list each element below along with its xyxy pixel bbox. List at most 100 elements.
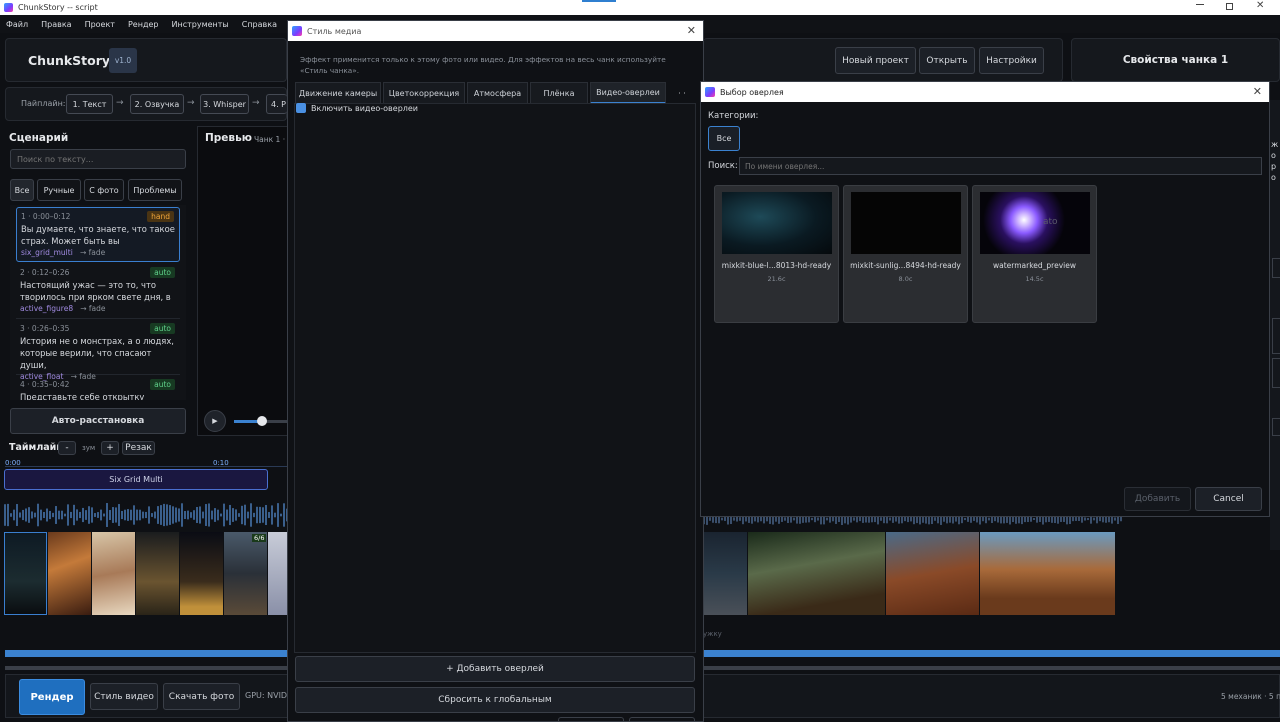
- waveform-bar: [121, 510, 123, 520]
- timeline-clip[interactable]: Six Grid Multi: [4, 469, 268, 490]
- tab-color-correction[interactable]: Цветокоррекция: [383, 82, 465, 104]
- maximize-icon[interactable]: [1226, 3, 1233, 10]
- tab-film[interactable]: Плёнка: [530, 82, 588, 104]
- seek-handle[interactable]: [257, 416, 267, 426]
- scenario-search-input[interactable]: [10, 149, 186, 169]
- audio-waveform: [4, 503, 288, 527]
- reset-global-button[interactable]: Сбросить к глобальным: [295, 687, 695, 713]
- zoom-in-button[interactable]: +: [101, 441, 119, 455]
- chunk-text: Представьте себе открытку начала: [20, 392, 145, 400]
- pipeline-step-whisper[interactable]: 3. Whisper: [200, 94, 249, 114]
- filter-problems[interactable]: Проблемы: [128, 179, 182, 201]
- menu-project[interactable]: Проект: [85, 20, 115, 29]
- waveform-bar: [151, 513, 153, 517]
- waveform-bar: [76, 509, 78, 521]
- waveform-bar: [721, 517, 723, 521]
- list-item[interactable]: 4 · 0:35–0:42 auto Представьте себе откр…: [16, 376, 180, 400]
- photo-thumbnail[interactable]: [48, 532, 91, 615]
- waveform-bar: [196, 507, 198, 523]
- category-all[interactable]: Все: [708, 126, 740, 151]
- pipeline-step-voice[interactable]: 2. Озвучка: [130, 94, 184, 114]
- dialog-cancel-button[interactable]: [629, 717, 695, 722]
- waveform-bar: [73, 504, 75, 526]
- pipeline-step-render[interactable]: 4. Р: [266, 94, 287, 114]
- enable-overlay-label[interactable]: Включить видео-оверлеи: [311, 104, 418, 113]
- waveform-bar: [724, 517, 726, 521]
- dialog-title: Стиль медиа: [307, 26, 362, 36]
- tab-camera-motion[interactable]: Движение камеры: [295, 82, 381, 104]
- transition-name: → fade: [79, 248, 106, 257]
- media-style-note: Эффект применится только к этому фото ил…: [300, 55, 666, 75]
- render-button[interactable]: Рендер: [19, 679, 85, 715]
- photo-thumbnail[interactable]: [980, 532, 1115, 615]
- status-partial-text: ужку: [703, 630, 722, 638]
- waveform-bar: [259, 506, 261, 524]
- auto-arrange-button[interactable]: Авто-расстановка: [10, 408, 186, 434]
- dialog-ok-button[interactable]: [558, 717, 624, 722]
- photo-thumbnail[interactable]: [748, 532, 885, 615]
- list-item[interactable]: 2 · 0:12–0:26 auto Настоящий ужас — это …: [16, 264, 180, 319]
- menu-tools[interactable]: Инструменты: [171, 20, 228, 29]
- waveform-bar: [154, 511, 156, 519]
- menu-help[interactable]: Справка: [242, 20, 277, 29]
- timeline-ruler: [5, 466, 287, 467]
- play-icon[interactable]: ▶: [204, 410, 226, 432]
- overlay-search-input[interactable]: [739, 157, 1262, 175]
- settings-button[interactable]: Настройки: [979, 47, 1044, 74]
- tabs-more[interactable]: · ·: [668, 82, 696, 104]
- photo-thumbnail[interactable]: [4, 532, 47, 615]
- photo-thumbnail[interactable]: [703, 532, 747, 615]
- menu-file[interactable]: Файл: [6, 20, 28, 29]
- video-style-button[interactable]: Стиль видео: [90, 683, 158, 710]
- right-panel-control[interactable]: [1272, 358, 1280, 388]
- waveform-bar: [889, 517, 891, 521]
- waveform-bar: [994, 516, 996, 522]
- close-icon[interactable]: ✕: [687, 24, 696, 37]
- waveform-bar: [1087, 517, 1089, 521]
- focus-indicator: [582, 0, 616, 2]
- download-photo-button[interactable]: Скачать фото: [163, 683, 240, 710]
- app-name: ChunkStory: [28, 53, 111, 68]
- preview-title: Превью: [205, 132, 252, 144]
- close-window-icon[interactable]: ✕: [1256, 0, 1264, 11]
- waveform-bar: [1072, 516, 1074, 522]
- list-item[interactable]: 1 · 0:00–0:12 hand Вы думаете, что знает…: [16, 207, 180, 262]
- waveform-bar: [106, 503, 108, 527]
- overlay-duration: 14.5с: [1025, 275, 1044, 283]
- overlay-card[interactable]: mixkit-blue-l...8013-hd-ready 21.6с: [714, 185, 839, 323]
- open-button[interactable]: Открыть: [919, 47, 975, 74]
- photo-thumbnail[interactable]: [268, 532, 288, 615]
- right-panel-control[interactable]: [1272, 258, 1280, 278]
- right-panel-control[interactable]: [1272, 418, 1280, 436]
- photo-thumbnail[interactable]: [180, 532, 223, 615]
- zoom-out-button[interactable]: -: [58, 441, 76, 455]
- menu-render[interactable]: Рендер: [128, 20, 159, 29]
- photo-thumbnail[interactable]: [224, 532, 267, 615]
- waveform-bar: [172, 506, 174, 524]
- list-item[interactable]: 3 · 0:26–0:35 auto История не о монстрах…: [16, 320, 180, 381]
- tab-atmosphere[interactable]: Атмосфера: [467, 82, 528, 104]
- photo-thumbnail[interactable]: [886, 532, 979, 615]
- cut-tool-button[interactable]: Резак: [122, 441, 155, 455]
- filter-all[interactable]: Все: [10, 179, 34, 201]
- new-project-button[interactable]: Новый проект: [835, 47, 916, 74]
- tab-video-overlays[interactable]: Видео-оверлеи: [590, 82, 666, 104]
- overlay-card[interactable]: mixkit-sunlig...8494-hd-ready 8.0с: [843, 185, 968, 323]
- checkbox-icon[interactable]: [296, 103, 306, 113]
- filter-with-photo[interactable]: С фото: [84, 179, 124, 201]
- close-icon[interactable]: ✕: [1253, 85, 1262, 98]
- waveform-bar: [265, 504, 267, 526]
- add-button[interactable]: Добавить: [1124, 487, 1191, 511]
- photo-thumbnail[interactable]: [92, 532, 135, 615]
- photo-thumbnail[interactable]: [136, 532, 179, 615]
- add-overlay-button[interactable]: + Добавить оверлей: [295, 656, 695, 682]
- overlay-name: mixkit-sunlig...8494-hd-ready: [850, 261, 961, 270]
- waveform-bar: [52, 512, 54, 518]
- pipeline-step-text[interactable]: 1. Текст: [66, 94, 113, 114]
- right-panel-control[interactable]: [1272, 318, 1280, 354]
- minimize-icon[interactable]: [1196, 4, 1204, 5]
- filter-manual[interactable]: Ручные: [37, 179, 81, 201]
- overlay-card[interactable]: ato watermarked_preview 14.5с: [972, 185, 1097, 323]
- menu-edit[interactable]: Правка: [41, 20, 71, 29]
- cancel-button[interactable]: Cancel: [1195, 487, 1262, 511]
